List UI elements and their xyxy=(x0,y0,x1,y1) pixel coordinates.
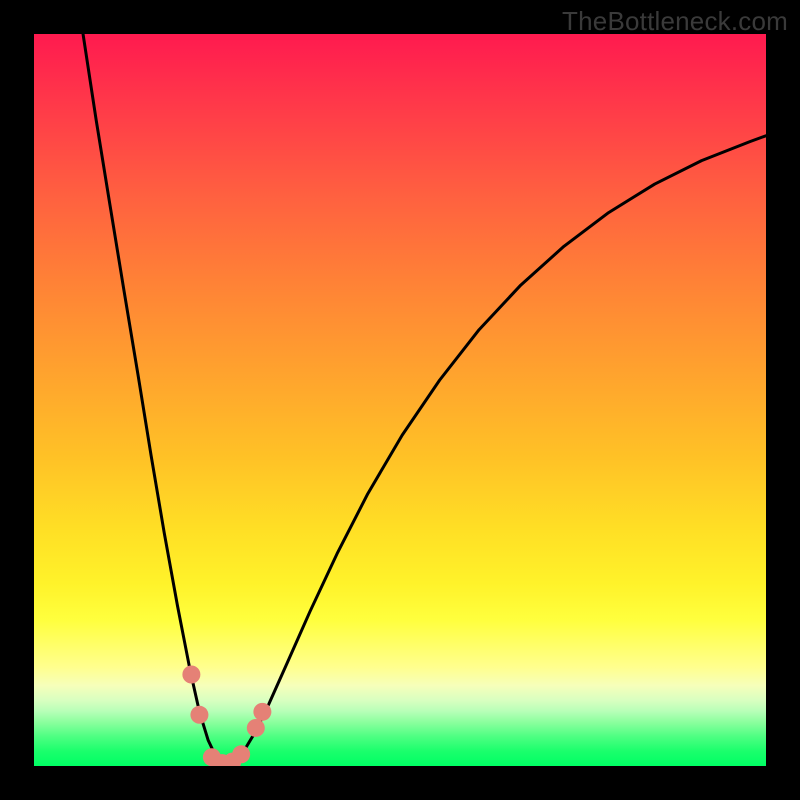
chart-frame: TheBottleneck.com xyxy=(0,0,800,800)
marker-left-lower-pair xyxy=(190,706,208,724)
marker-trough-d xyxy=(232,745,250,763)
curve-layer xyxy=(34,34,766,766)
watermark-link[interactable]: TheBottleneck.com xyxy=(562,6,788,37)
marker-left-upper-pair xyxy=(182,666,200,684)
marker-right-lower-pair xyxy=(247,719,265,737)
bottleneck-curve xyxy=(83,34,766,764)
marker-right-upper-pair xyxy=(253,703,271,721)
bottleneck-curve-path xyxy=(83,34,766,764)
marker-group xyxy=(182,666,271,767)
plot-area xyxy=(34,34,766,766)
